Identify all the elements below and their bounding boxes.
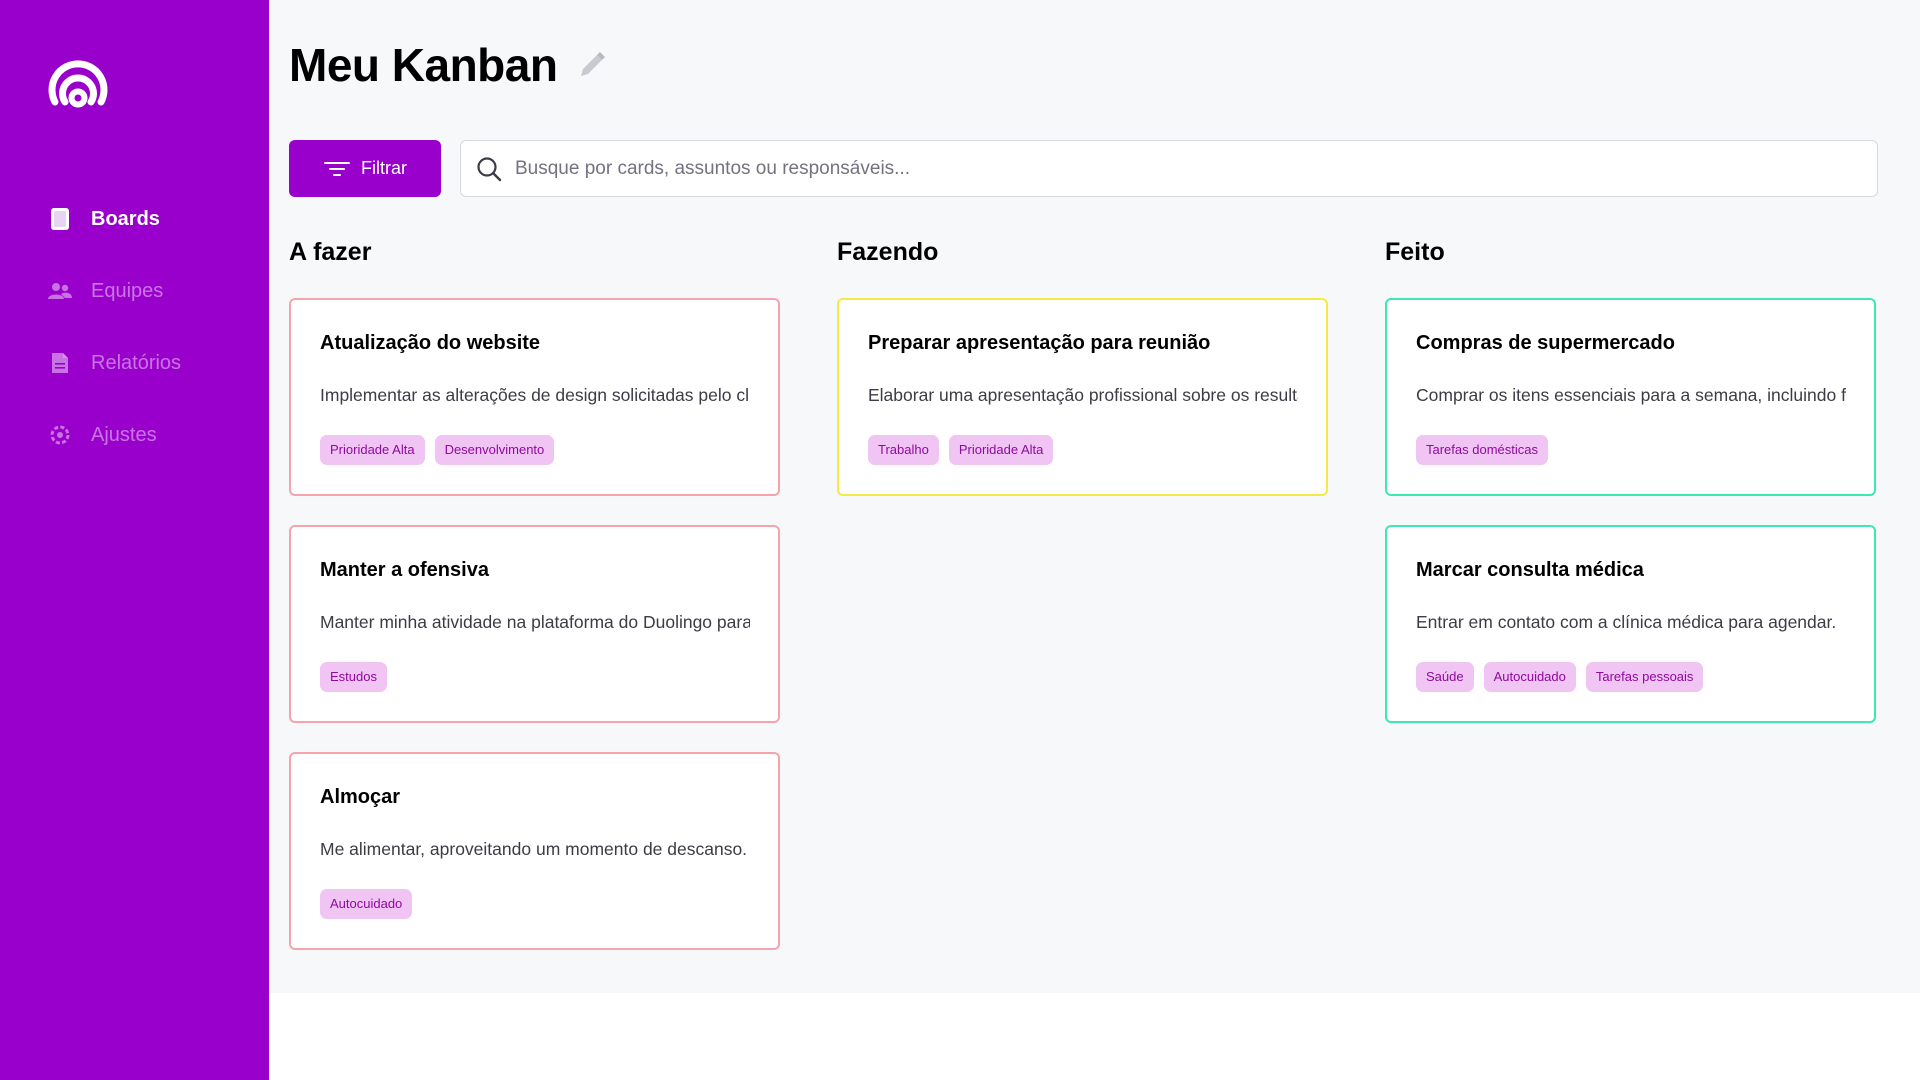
- card-title: Compras de supermercado: [1416, 332, 1675, 354]
- kanban-columns: A fazer Atualização do website Implement…: [289, 236, 1876, 979]
- column-title: Feito: [1385, 238, 1445, 266]
- sidebar-item-relatorios[interactable]: Relatórios: [0, 327, 269, 399]
- card-tags: Prioridade Alta Desenvolvimento: [320, 435, 750, 465]
- card-tags: Tarefas domésticas: [1416, 435, 1846, 465]
- sidebar-item-label: Ajustes: [91, 423, 157, 446]
- search-icon: [475, 155, 503, 183]
- filter-button[interactable]: Filtrar: [289, 140, 441, 197]
- task-card[interactable]: Atualização do website Implementar as al…: [289, 298, 780, 496]
- main-content: Meu Kanban Filtrar A fazer Atualização d…: [269, 0, 1920, 993]
- document-icon: [48, 351, 72, 375]
- sidebar-item-label: Equipes: [91, 279, 164, 302]
- card-description: Implementar as alterações de design soli…: [320, 385, 750, 405]
- card-tags: Autocuidado: [320, 889, 750, 919]
- sidebar-nav: Boards Equipes Relatórios Ajustes: [0, 183, 269, 471]
- board-icon: [48, 207, 72, 231]
- sidebar-item-boards[interactable]: Boards: [0, 183, 269, 255]
- signal-logo-icon[interactable]: [46, 46, 110, 116]
- tag[interactable]: Autocuidado: [320, 889, 413, 919]
- column-doing: Fazendo Preparar apresentação para reuni…: [837, 236, 1328, 979]
- tag[interactable]: Saúde: [1416, 662, 1474, 692]
- task-card[interactable]: Marcar consulta médica Entrar em contato…: [1385, 525, 1876, 723]
- card-title: Almoçar: [320, 786, 401, 808]
- users-icon: [48, 279, 72, 303]
- card-description: Elaborar uma apresentação profissional s…: [868, 385, 1298, 405]
- card-description: Comprar os itens essenciais para a seman…: [1416, 385, 1846, 405]
- filter-label: Filtrar: [361, 158, 407, 178]
- tag[interactable]: Tarefas domésticas: [1416, 435, 1548, 465]
- card-title: Marcar consulta médica: [1416, 559, 1644, 581]
- page-title: Meu Kanban: [289, 39, 558, 91]
- task-card[interactable]: Compras de supermercado Comprar os itens…: [1385, 298, 1876, 496]
- column-title: Fazendo: [837, 238, 939, 266]
- tag[interactable]: Tarefas pessoais: [1585, 662, 1704, 692]
- card-description: Entrar em contato com a clínica médica p…: [1416, 612, 1837, 632]
- pencil-icon[interactable]: [575, 48, 609, 82]
- card-title: Atualização do website: [320, 332, 541, 354]
- filter-icon: [323, 160, 351, 178]
- task-card[interactable]: Preparar apresentação para reunião Elabo…: [837, 298, 1328, 496]
- title-row: Meu Kanban: [289, 38, 609, 92]
- card-tags: Saúde Autocuidado Tarefas pessoais: [1416, 662, 1846, 692]
- card-tags: Estudos: [320, 662, 750, 692]
- task-card[interactable]: Almoçar Me alimentar, aproveitando um mo…: [289, 752, 780, 950]
- task-card[interactable]: Manter a ofensiva Manter minha atividade…: [289, 525, 780, 723]
- search-input[interactable]: [515, 157, 1877, 180]
- sidebar-item-equipes[interactable]: Equipes: [0, 255, 269, 327]
- card-description: Manter minha atividade na plataforma do …: [320, 612, 750, 632]
- sidebar-item-label: Relatórios: [91, 351, 182, 374]
- card-title: Preparar apresentação para reunião: [868, 332, 1211, 354]
- sidebar-item-ajustes[interactable]: Ajustes: [0, 399, 269, 471]
- card-title: Manter a ofensiva: [320, 559, 489, 581]
- card-tags: Trabalho Prioridade Alta: [868, 435, 1298, 465]
- tag[interactable]: Prioridade Alta: [948, 435, 1054, 465]
- tag[interactable]: Autocuidado: [1483, 662, 1576, 692]
- tag[interactable]: Desenvolvimento: [434, 435, 555, 465]
- tag[interactable]: Prioridade Alta: [320, 435, 425, 465]
- settings-icon: [48, 423, 72, 447]
- search-box[interactable]: [460, 140, 1878, 197]
- card-description: Me alimentar, aproveitando um momento de…: [320, 839, 748, 859]
- column-done: Feito Compras de supermercado Comprar os…: [1385, 236, 1876, 979]
- tag[interactable]: Trabalho: [868, 435, 939, 465]
- sidebar: Boards Equipes Relatórios Ajustes: [0, 0, 269, 1080]
- tag[interactable]: Estudos: [320, 662, 387, 692]
- column-todo: A fazer Atualização do website Implement…: [289, 236, 780, 979]
- sidebar-item-label: Boards: [91, 207, 160, 230]
- column-title: A fazer: [289, 238, 372, 266]
